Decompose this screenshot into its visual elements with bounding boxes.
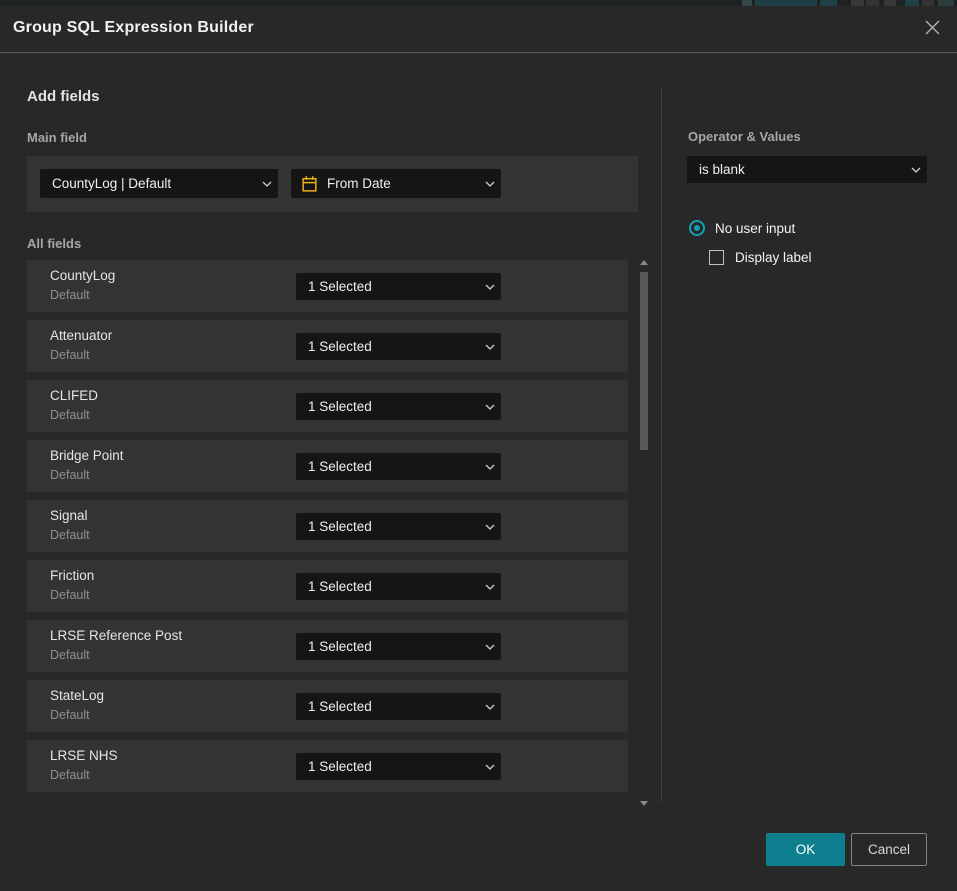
field-selected-value: 1 Selected [296, 699, 479, 714]
field-selected-dropdown[interactable]: 1 Selected [296, 513, 501, 540]
close-icon [924, 19, 941, 41]
field-selected-dropdown[interactable]: 1 Selected [296, 633, 501, 660]
field-row: Signal Default 1 Selected [27, 500, 628, 552]
no-user-input-label: No user input [715, 221, 795, 236]
main-field-panel: CountyLog | Default From Date [27, 156, 638, 212]
field-selected-dropdown[interactable]: 1 Selected [296, 273, 501, 300]
field-selected-dropdown[interactable]: 1 Selected [296, 573, 501, 600]
field-selected-dropdown[interactable]: 1 Selected [296, 453, 501, 480]
field-selected-dropdown[interactable]: 1 Selected [296, 333, 501, 360]
scrollbar-thumb[interactable] [640, 272, 648, 450]
field-sublabel: Default [50, 768, 90, 782]
field-row: CountyLog Default 1 Selected [27, 260, 628, 312]
field-name: Bridge Point [50, 448, 124, 463]
field-sublabel: Default [50, 528, 90, 542]
close-button[interactable] [921, 19, 943, 41]
layer-select[interactable]: CountyLog | Default [40, 169, 278, 198]
display-label-checkbox[interactable]: Display label [709, 250, 812, 265]
add-fields-heading: Add fields [27, 88, 100, 105]
field-name: Attenuator [50, 328, 112, 343]
cancel-button[interactable]: Cancel [851, 833, 927, 866]
field-selected-value: 1 Selected [296, 759, 479, 774]
dialog-title: Group SQL Expression Builder [13, 19, 254, 37]
chevron-down-icon [479, 764, 501, 770]
field-selected-dropdown[interactable]: 1 Selected [296, 753, 501, 780]
field-row: LRSE Reference Post Default 1 Selected [27, 620, 628, 672]
field-row: Bridge Point Default 1 Selected [27, 440, 628, 492]
dialog-header: Group SQL Expression Builder [0, 6, 957, 53]
column-divider [661, 88, 662, 802]
chevron-down-icon [479, 344, 501, 350]
field-name: LRSE Reference Post [50, 628, 182, 643]
radio-icon [689, 220, 705, 236]
field-name: CountyLog [50, 268, 115, 283]
field-selected-value: 1 Selected [296, 459, 479, 474]
field-sublabel: Default [50, 708, 90, 722]
field-name: StateLog [50, 688, 104, 703]
field-sublabel: Default [50, 288, 90, 302]
field-selected-value: 1 Selected [296, 519, 479, 534]
calendar-icon [291, 175, 318, 193]
field-name: CLIFED [50, 388, 98, 403]
field-row: Friction Default 1 Selected [27, 560, 628, 612]
field-name: Friction [50, 568, 94, 583]
main-field-select-value: From Date [318, 176, 479, 191]
layer-select-value: CountyLog | Default [40, 176, 256, 191]
field-sublabel: Default [50, 588, 90, 602]
all-fields-label: All fields [27, 236, 81, 251]
all-fields-list: CountyLog Default 1 Selected Attenuator … [27, 260, 628, 800]
display-label-text: Display label [735, 250, 812, 265]
field-row: LRSE NHS Default 1 Selected [27, 740, 628, 792]
chevron-down-icon [479, 464, 501, 470]
chevron-down-icon [905, 167, 927, 173]
operator-select[interactable]: is blank [687, 156, 927, 183]
chevron-down-icon [256, 181, 278, 187]
field-selected-dropdown[interactable]: 1 Selected [296, 693, 501, 720]
chevron-down-icon [479, 404, 501, 410]
field-selected-value: 1 Selected [296, 279, 479, 294]
field-sublabel: Default [50, 648, 90, 662]
field-name: LRSE NHS [50, 748, 118, 763]
screen: Group SQL Expression Builder Add fields … [0, 0, 957, 891]
ok-button[interactable]: OK [766, 833, 845, 866]
field-selected-value: 1 Selected [296, 639, 479, 654]
field-sublabel: Default [50, 408, 90, 422]
field-selected-value: 1 Selected [296, 399, 479, 414]
chevron-down-icon [479, 584, 501, 590]
scrollbar-down-arrow-icon[interactable] [640, 801, 648, 806]
main-field-label: Main field [27, 130, 87, 145]
field-selected-value: 1 Selected [296, 339, 479, 354]
field-name: Signal [50, 508, 88, 523]
no-user-input-radio[interactable]: No user input [689, 220, 795, 236]
chevron-down-icon [479, 644, 501, 650]
field-row: Attenuator Default 1 Selected [27, 320, 628, 372]
group-sql-expression-builder-dialog: Group SQL Expression Builder Add fields … [0, 6, 957, 891]
chevron-down-icon [479, 284, 501, 290]
field-selected-dropdown[interactable]: 1 Selected [296, 393, 501, 420]
all-fields-scrollbar [637, 258, 651, 808]
main-field-select[interactable]: From Date [291, 169, 501, 198]
scrollbar-up-arrow-icon[interactable] [640, 260, 648, 265]
chevron-down-icon [479, 704, 501, 710]
field-selected-value: 1 Selected [296, 579, 479, 594]
field-row: StateLog Default 1 Selected [27, 680, 628, 732]
operator-select-value: is blank [687, 162, 905, 177]
operator-values-label: Operator & Values [688, 129, 801, 144]
chevron-down-icon [479, 181, 501, 187]
field-sublabel: Default [50, 468, 90, 482]
field-sublabel: Default [50, 348, 90, 362]
checkbox-icon [709, 250, 724, 265]
chevron-down-icon [479, 524, 501, 530]
field-row: CLIFED Default 1 Selected [27, 380, 628, 432]
